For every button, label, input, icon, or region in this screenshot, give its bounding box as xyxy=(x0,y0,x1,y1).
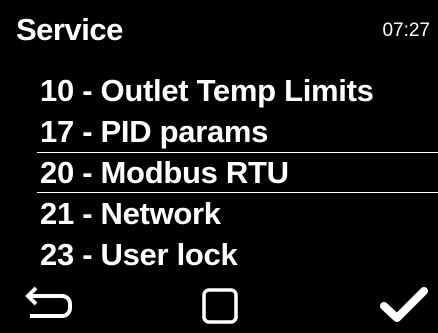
menu-item-label: 17 - PID params xyxy=(40,114,269,149)
confirm-button[interactable] xyxy=(380,284,430,326)
square-icon xyxy=(202,288,238,324)
menu-item-outlet-temp-limits[interactable]: 10 - Outlet Temp Limits xyxy=(0,70,438,111)
back-button[interactable] xyxy=(24,284,74,324)
checkmark-icon xyxy=(380,287,428,322)
menu-item-label: 20 - Modbus RTU xyxy=(40,155,289,190)
service-menu-list: 10 - Outlet Temp Limits 17 - PID params … xyxy=(0,70,438,275)
menu-item-label: 23 - User lock xyxy=(40,237,238,272)
clock: 07:27 xyxy=(382,20,430,41)
menu-item-user-lock[interactable]: 23 - User lock xyxy=(0,234,438,275)
page-title: Service xyxy=(16,12,123,47)
home-button[interactable] xyxy=(201,286,245,330)
menu-item-pid-params[interactable]: 17 - PID params xyxy=(0,111,438,152)
service-screen: Service 07:27 10 - Outlet Temp Limits 17… xyxy=(0,0,438,333)
menu-item-label: 10 - Outlet Temp Limits xyxy=(40,73,374,108)
menu-item-modbus-rtu[interactable]: 20 - Modbus RTU xyxy=(0,152,438,193)
menu-item-network[interactable]: 21 - Network xyxy=(0,193,438,234)
back-arrow-icon xyxy=(25,286,72,318)
softkey-bar xyxy=(0,280,438,333)
menu-item-label: 21 - Network xyxy=(40,196,221,231)
